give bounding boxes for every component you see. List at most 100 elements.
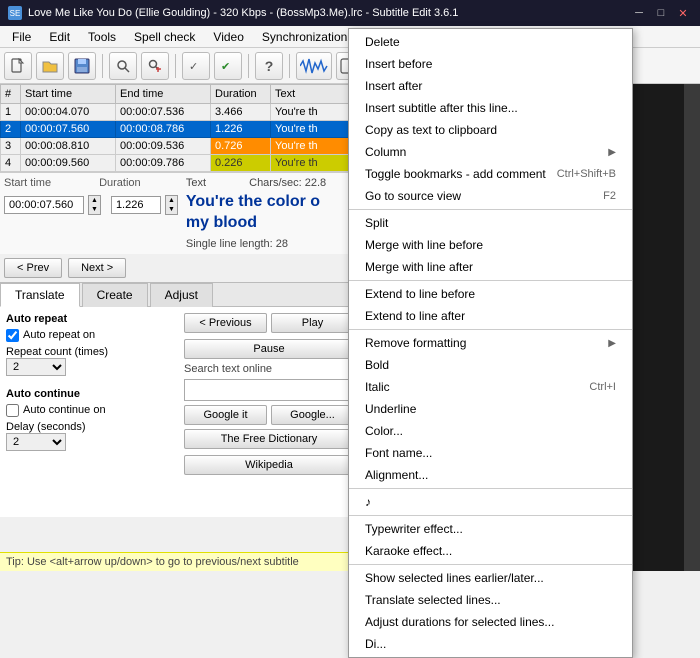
ctx-item[interactable]: Underline — [349, 398, 632, 420]
search-input[interactable] — [184, 379, 354, 401]
next-button[interactable]: Next > — [68, 258, 126, 278]
google2-button[interactable]: Google... — [271, 405, 354, 425]
ctx-item[interactable]: Color... — [349, 420, 632, 442]
titlebar-title: Love Me Like You Do (Ellie Goulding) - 3… — [28, 7, 458, 19]
auto-repeat-checkbox[interactable] — [6, 329, 19, 342]
ctx-item[interactable]: Column ▶ — [349, 141, 632, 163]
translate-buttons-row: < Previous Play — [184, 313, 354, 333]
ctx-item[interactable]: Split — [349, 212, 632, 234]
delay-select[interactable]: 235 — [6, 433, 66, 451]
spell-icon[interactable]: ✓ — [182, 52, 210, 80]
menu-item-tools[interactable]: Tools — [80, 28, 124, 46]
find-button[interactable] — [109, 52, 137, 80]
svg-text:✔: ✔ — [221, 61, 230, 73]
ctx-item[interactable]: Insert after — [349, 75, 632, 97]
ctx-item[interactable]: Alignment... — [349, 464, 632, 486]
auto-continue-on-row: Auto continue on — [6, 404, 176, 417]
ctx-item[interactable]: Delete — [349, 31, 632, 53]
ctx-item[interactable]: Toggle bookmarks - add commentCtrl+Shift… — [349, 163, 632, 185]
ctx-item[interactable]: Merge with line after — [349, 256, 632, 278]
duration-spinner[interactable]: ▲ ▼ — [165, 195, 178, 215]
auto-repeat-on-label: Auto repeat on — [23, 329, 95, 341]
ctx-item[interactable]: Bold — [349, 354, 632, 376]
wikipedia-button[interactable]: Wikipedia — [184, 455, 354, 475]
start-time-spinner[interactable]: ▲ ▼ — [88, 195, 101, 215]
ctx-item[interactable]: Remove formatting▶ — [349, 332, 632, 354]
ctx-item[interactable]: Go to source viewF2 — [349, 185, 632, 207]
ctx-arrow-icon: ▶ — [608, 338, 616, 349]
ctx-item[interactable]: Copy as text to clipboard — [349, 119, 632, 141]
new-button[interactable] — [4, 52, 32, 80]
ctx-item-label: Insert before — [365, 57, 432, 71]
text-info: Text Chars/sec: 22.8 — [186, 177, 356, 189]
ctx-item[interactable]: Font name... — [349, 442, 632, 464]
tab-adjust[interactable]: Adjust — [150, 283, 213, 307]
minimize-button[interactable]: ─ — [630, 6, 648, 20]
ctx-item[interactable]: Insert subtitle after this line... — [349, 97, 632, 119]
ctx-item[interactable]: Di... — [349, 633, 632, 655]
col-num: # — [1, 85, 21, 104]
ctx-item-label: Translate selected lines... — [365, 593, 501, 607]
maximize-button[interactable]: □ — [652, 6, 670, 20]
ctx-item[interactable]: ItalicCtrl+I — [349, 376, 632, 398]
tab-create[interactable]: Create — [82, 283, 148, 307]
ctx-item[interactable]: Adjust durations for selected lines... — [349, 611, 632, 633]
tab-translate[interactable]: Translate — [0, 283, 80, 307]
ctx-item-label: Insert after — [365, 79, 422, 93]
ctx-item[interactable]: Show selected lines earlier/later... — [349, 567, 632, 589]
pause-button[interactable]: Pause — [184, 339, 354, 359]
prev-button[interactable]: < Prev — [4, 258, 62, 278]
ctx-item[interactable]: Extend to line after — [349, 305, 632, 327]
open-button[interactable] — [36, 52, 64, 80]
ctx-item[interactable]: Karaoke effect... — [349, 540, 632, 562]
menu-item-video[interactable]: Video — [205, 28, 251, 46]
ctx-item-label: Column — [365, 145, 406, 159]
spin-down-dur[interactable]: ▼ — [166, 205, 177, 214]
ctx-item[interactable]: Extend to line before — [349, 283, 632, 305]
ctx-item[interactable]: ♪ — [349, 491, 632, 513]
table-row[interactable]: 100:00:04.07000:00:07.5363.466You're th — [1, 104, 360, 121]
menu-item-edit[interactable]: Edit — [41, 28, 78, 46]
ctx-item[interactable]: Typewriter effect... — [349, 518, 632, 540]
col-duration: Duration — [211, 85, 271, 104]
subtitle-table-container[interactable]: # Start time End time Duration Text 100:… — [0, 84, 360, 172]
ctx-item[interactable]: Translate selected lines... — [349, 589, 632, 611]
col-start: Start time — [21, 85, 116, 104]
ctx-item[interactable]: Merge with line before — [349, 234, 632, 256]
menu-item-spell-check[interactable]: Spell check — [126, 28, 203, 46]
table-row[interactable]: 200:00:07.56000:00:08.7861.226You're th — [1, 121, 360, 138]
play-button[interactable]: Play — [271, 313, 354, 333]
waveform-button[interactable] — [296, 52, 332, 80]
auto-continue-on-label: Auto continue on — [23, 404, 106, 416]
repeat-count-select[interactable]: 234 — [6, 358, 66, 376]
ctx-item-label: Split — [365, 216, 388, 230]
text-label-header: Text — [186, 177, 206, 189]
google-it-button[interactable]: Google it — [184, 405, 267, 425]
close-button[interactable]: ✕ — [674, 6, 692, 20]
free-dictionary-button[interactable]: The Free Dictionary — [184, 429, 354, 449]
edit-left: Start time Duration ▲ ▼ ▲ ▼ — [4, 177, 178, 250]
ctx-item-label: Color... — [365, 424, 403, 438]
menu-item-synchronization[interactable]: Synchronization — [254, 28, 355, 46]
auto-continue-checkbox[interactable] — [6, 404, 19, 417]
scrollbar-area[interactable] — [684, 84, 700, 571]
ctx-item-label: Extend to line after — [365, 309, 465, 323]
spin-down[interactable]: ▼ — [89, 205, 100, 214]
previous-button[interactable]: < Previous — [184, 313, 267, 333]
sep2 — [175, 54, 176, 78]
start-time-input[interactable] — [4, 196, 84, 214]
table-row[interactable]: 300:00:08.81000:00:09.5360.726You're th — [1, 138, 360, 155]
save-button[interactable] — [68, 52, 96, 80]
table-row[interactable]: 400:00:09.56000:00:09.7860.226You're th — [1, 155, 360, 172]
ctx-arrow-icon: ▶ — [608, 147, 616, 158]
ctx-item[interactable]: Insert before — [349, 53, 632, 75]
duration-input[interactable] — [111, 196, 161, 214]
ctx-separator — [349, 280, 632, 281]
spin-up-dur[interactable]: ▲ — [166, 196, 177, 205]
spin-up[interactable]: ▲ — [89, 196, 100, 205]
tab-content: Auto repeat Auto repeat on Repeat count … — [0, 307, 360, 517]
check-button[interactable]: ✔ — [214, 52, 242, 80]
replace-button[interactable] — [141, 52, 169, 80]
menu-item-file[interactable]: File — [4, 28, 39, 46]
help-button[interactable]: ? — [255, 52, 283, 80]
